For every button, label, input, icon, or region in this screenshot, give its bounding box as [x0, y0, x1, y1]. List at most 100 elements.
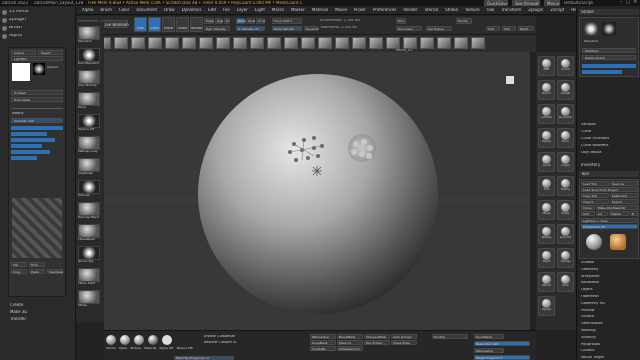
shelf-button-floor[interactable]: Floor — [557, 128, 574, 148]
default-zscript-button[interactable]: DefaultZScript — [564, 1, 593, 5]
draw-button[interactable]: Draw — [148, 17, 161, 32]
stroke-submenu-item[interactable]: Lazy Mouse — [581, 151, 637, 158]
close-holes-button[interactable]: Close Holes — [391, 340, 417, 345]
zcut-button[interactable]: Zcut — [256, 18, 265, 24]
z-intensity-slider[interactable]: Z Intensity 25 — [236, 26, 265, 31]
save-as-button[interactable]: Save As — [610, 181, 638, 186]
menu-item-alpha[interactable]: Alpha — [82, 8, 93, 12]
menu-item-document[interactable]: Document — [136, 8, 157, 12]
menu-item-stencil[interactable]: Stencil — [425, 8, 439, 12]
brush-thumb-item[interactable]: ClayPolish — [78, 158, 102, 178]
suv-button[interactable]: SUV — [502, 26, 516, 31]
alpha-brush-preview[interactable] — [33, 63, 45, 75]
shelf-brush-icon[interactable] — [471, 37, 485, 49]
hide-button[interactable]: Hide — [29, 262, 45, 267]
shelf-brush-icon[interactable] — [437, 37, 451, 49]
window-controls[interactable]: –□× — [620, 0, 640, 5]
brush-thumb-item[interactable]: Extrude Blend — [78, 202, 102, 222]
menu-13[interactable]: 13 Menu — [2, 8, 72, 16]
menu-item-zplugin[interactable]: Zplugin — [528, 8, 543, 12]
divide-button[interactable]: Divide — [456, 18, 472, 24]
del-lower-button[interactable]: Del Lower — [396, 26, 422, 31]
menu-item-brush[interactable]: Brush — [100, 8, 112, 12]
tool-section-item[interactable]: Polygroups — [581, 343, 637, 350]
modifiers-button[interactable]: Modifiers — [582, 48, 636, 53]
brush-thumb-item[interactable]: DamStandard — [78, 48, 102, 68]
tool-section-item[interactable]: Geometry — [581, 268, 637, 275]
brush-thumb-item[interactable]: Extrude — [78, 180, 102, 200]
shelf-brush-icon[interactable] — [182, 37, 196, 49]
menu-item-layer[interactable]: Layer — [237, 8, 248, 12]
tile-button[interactable]: Tile — [11, 262, 27, 267]
shelf-button-ghost[interactable]: Ghost — [538, 272, 555, 292]
shelf-button-aahalf[interactable]: AAHalf — [538, 104, 555, 124]
stroke-slider-1[interactable] — [582, 64, 636, 68]
dim-button[interactable]: Dim — [396, 18, 406, 24]
unmasked-ctr-button[interactable]: UnMasked Ctr — [337, 346, 363, 351]
lightbox-tools-button[interactable]: Lightbox > Tools — [581, 218, 638, 223]
stroke-submenu-item[interactable]: Curve — [581, 130, 637, 137]
menu-item-zscript[interactable]: Zscript — [550, 8, 564, 12]
polysphere-slider[interactable]: PolySphere_48 — [581, 224, 638, 229]
menu-item-tool[interactable]: Tool — [487, 8, 495, 12]
shelf-brush-icon[interactable] — [216, 37, 230, 49]
create-item[interactable]: Create — [10, 303, 27, 310]
slider-4[interactable] — [11, 144, 43, 148]
scale-button[interactable]: Scale — [176, 17, 189, 32]
shelf-button-bpr[interactable]: BPR — [538, 56, 555, 76]
target-polygons-slider[interactable]: Target Polygons 5 — [474, 355, 530, 360]
shelf-brush-icon[interactable] — [352, 37, 366, 49]
shelf-brush-icon[interactable] — [369, 37, 383, 49]
stroke-preview[interactable] — [584, 22, 598, 36]
menu-item-file[interactable]: File — [223, 8, 230, 12]
menu-item-color[interactable]: Color — [119, 8, 129, 12]
shelf-button-scale[interactable]: Scale — [557, 200, 574, 220]
stroke-slider-2[interactable] — [582, 70, 622, 74]
tool-section-item[interactable]: Visibility — [581, 336, 637, 343]
slider-3[interactable] — [11, 138, 56, 142]
make-polymesh-button[interactable]: Make PolyMesh3D — [596, 205, 638, 210]
bottom-item-label[interactable]: Alpha — [119, 347, 128, 350]
bottom-item-label[interactable]: Texture Off — [176, 347, 192, 350]
shelf-brush-icon[interactable] — [114, 37, 128, 49]
tool-section-item[interactable]: Surface — [581, 315, 637, 322]
shelf-button-move[interactable]: Move — [538, 200, 555, 220]
r-button[interactable]: R — [630, 211, 638, 216]
viewport-corner-icon[interactable] — [506, 76, 514, 84]
auto-groups-button[interactable]: Auto Groups — [391, 334, 417, 339]
mask-by-polygroups-slider[interactable]: Mask By Polygroups 0 — [174, 356, 234, 360]
to-mesh-button[interactable]: To Mesh — [11, 90, 63, 95]
paste-tool-button[interactable]: Paste Tool — [610, 193, 638, 198]
bottom-item-label[interactable]: Material — [144, 347, 156, 350]
zadd-button[interactable]: Zadd — [236, 18, 246, 24]
menu-item-edit[interactable]: Edit — [208, 8, 216, 12]
shelf-button-polyf[interactable]: PolyF — [538, 248, 555, 268]
stroke-header[interactable]: Stroke — [579, 9, 639, 15]
goz-button[interactable]: GoZ — [581, 211, 595, 216]
shelf-brush-icon[interactable] — [165, 37, 179, 49]
alpha-curve-preview[interactable] — [12, 198, 62, 258]
polysphere-thumbnail[interactable] — [586, 234, 602, 250]
menu-item-marker[interactable]: Marker — [291, 8, 305, 12]
shelf-brush-icon[interactable] — [233, 37, 247, 49]
reuv-button[interactable]: ReUV — [518, 26, 534, 31]
shelf-brush-icon[interactable] — [250, 37, 264, 49]
del-higher-button[interactable]: Del Higher — [426, 26, 452, 31]
copy-tool-button[interactable]: Copy Tool — [581, 193, 609, 198]
menu-item-material[interactable]: Material — [312, 8, 328, 12]
shelf-button-persp[interactable]: Persp — [538, 128, 555, 148]
shelf-button-line-fill[interactable]: Line Fill — [557, 224, 574, 244]
brush-thumb-item[interactable]: TPose SubT — [78, 268, 102, 288]
restore-custom-label[interactable]: Restore Custom UI — [204, 341, 237, 345]
replacement-button[interactable]: Replacement — [582, 55, 636, 60]
bottom-item-label[interactable]: Alpha Off — [159, 347, 173, 350]
simple-brush-thumbnail[interactable] — [610, 234, 626, 250]
focal-shift-slider[interactable]: Focal Shift 0 — [272, 18, 302, 24]
menu-item-picker[interactable]: Picker — [354, 8, 366, 12]
shelf-button-local[interactable]: Local — [538, 152, 555, 172]
brush-thumb-item[interactable]: Move — [78, 92, 102, 112]
shelf-brush-icon[interactable] — [199, 37, 213, 49]
transfer-item[interactable]: Transfer — [10, 317, 27, 324]
tool-section-item[interactable]: Layers — [581, 288, 637, 295]
zsub-button[interactable]: Zsub — [246, 18, 255, 24]
